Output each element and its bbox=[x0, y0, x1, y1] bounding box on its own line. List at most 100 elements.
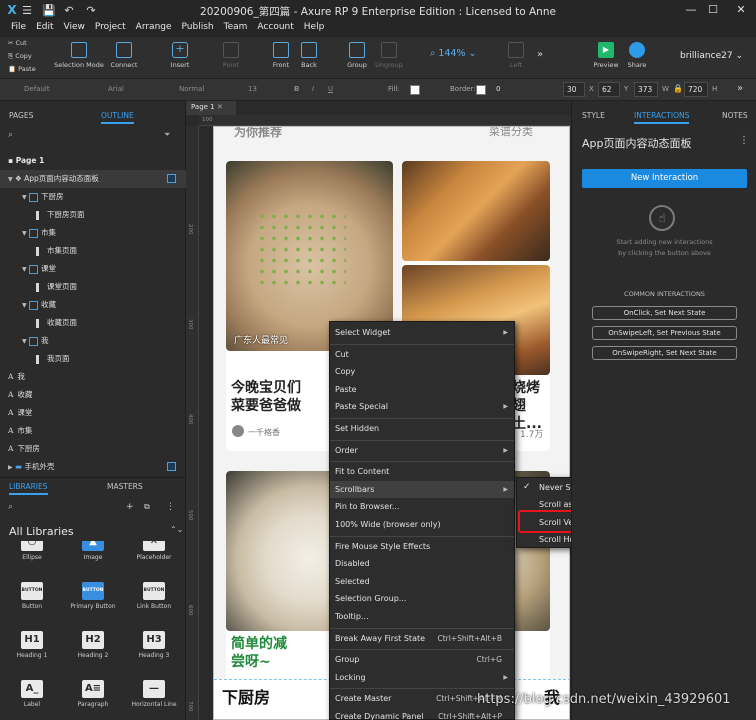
group-button[interactable]: Group bbox=[343, 42, 371, 69]
outline-item[interactable]: A 收藏 bbox=[0, 386, 186, 404]
outline-item[interactable]: 我页面 bbox=[0, 350, 186, 368]
font-family-dropdown[interactable]: Arial bbox=[104, 83, 128, 97]
insert-button[interactable]: + Insert bbox=[160, 42, 200, 69]
menu-project[interactable]: Project bbox=[90, 20, 131, 37]
menu-file[interactable]: File bbox=[6, 20, 31, 37]
menu-view[interactable]: View bbox=[59, 20, 90, 37]
tab-interactions[interactable]: INTERACTIONS bbox=[634, 111, 690, 124]
outline-item[interactable]: 市集页面 bbox=[0, 242, 186, 260]
tab-style[interactable]: STYLE bbox=[582, 111, 605, 120]
back-button[interactable]: Back bbox=[296, 42, 322, 69]
selection-mode-button[interactable]: Selection Mode bbox=[54, 42, 104, 69]
new-interaction-button[interactable]: New Interaction bbox=[582, 169, 747, 188]
library-select[interactable]: All Libraries bbox=[9, 525, 74, 538]
filter-icon[interactable]: ⏷ bbox=[164, 130, 170, 140]
align-left-button[interactable]: Left bbox=[503, 42, 529, 69]
library-widget[interactable]: BUTTON Button bbox=[6, 582, 58, 610]
context-menu-item[interactable]: Pin to Browser... bbox=[330, 498, 514, 515]
close-button[interactable]: ✕ bbox=[730, 2, 752, 18]
border-width-value[interactable]: 0 bbox=[496, 85, 500, 93]
outline-item[interactable]: 下厨房页面 bbox=[0, 206, 186, 224]
outline-item[interactable]: 课堂页面 bbox=[0, 278, 186, 296]
copy-button[interactable]: ⎘ Copy bbox=[8, 52, 32, 61]
context-menu-item[interactable]: Fire Mouse Style Effects bbox=[330, 538, 514, 555]
zoom-dropdown[interactable]: ⌕ 144% ⌄ bbox=[430, 48, 477, 59]
menu-edit[interactable]: Edit bbox=[31, 20, 58, 37]
lock-ratio-icon[interactable]: 🔒 bbox=[673, 84, 683, 93]
context-menu-item[interactable]: Copy bbox=[330, 363, 514, 380]
context-menu-item[interactable]: Paste Special ▶ bbox=[330, 398, 514, 415]
context-menu-item[interactable]: Scrollbars ▶ bbox=[330, 480, 514, 498]
outline-item[interactable]: A 市集 bbox=[0, 422, 186, 440]
menu-publish[interactable]: Publish bbox=[177, 20, 219, 37]
underline-icon[interactable]: U bbox=[324, 83, 337, 97]
bold-icon[interactable]: B bbox=[290, 83, 303, 97]
context-menu-item[interactable]: Break Away First State Ctrl+Shift+Alt+B bbox=[330, 630, 514, 647]
font-size-dropdown[interactable]: 13 bbox=[244, 83, 261, 97]
context-menu-item[interactable]: Order ▶ bbox=[330, 442, 514, 459]
library-widget[interactable]: H3 Heading 3 bbox=[128, 631, 180, 659]
outline-item[interactable]: ▼ 收藏 bbox=[0, 296, 186, 314]
ungroup-button[interactable]: Ungroup bbox=[373, 42, 405, 69]
common-onswipeleft-button[interactable]: OnSwipeLeft, Set Previous State bbox=[592, 326, 737, 340]
toolbar-overflow-icon[interactable]: » bbox=[537, 49, 543, 60]
menu-arrange[interactable]: Arrange bbox=[131, 20, 177, 37]
outline-item[interactable]: A我 bbox=[0, 368, 186, 386]
maximize-button[interactable]: ☐ bbox=[702, 2, 724, 18]
outline-search-icon[interactable]: ⌕ bbox=[8, 130, 13, 140]
style-dropdown[interactable]: Default bbox=[20, 83, 54, 97]
share-button[interactable]: Share bbox=[623, 42, 651, 69]
paste-button[interactable]: 📋 Paste bbox=[8, 65, 36, 73]
common-onswiperight-button[interactable]: OnSwipeRight, Set Next State bbox=[592, 346, 737, 360]
outline-item[interactable]: ▼ 下厨房 bbox=[0, 188, 186, 206]
outline-item[interactable]: 收藏页面 bbox=[0, 314, 186, 332]
context-menu-item[interactable]: Group Ctrl+G bbox=[330, 651, 514, 668]
stylebar-overflow-icon[interactable]: » bbox=[737, 83, 743, 94]
common-onclick-button[interactable]: OnClick, Set Next State bbox=[592, 306, 737, 320]
expand-caret-icon[interactable]: ▼ bbox=[22, 338, 27, 345]
library-widget[interactable]: A_ Label bbox=[6, 680, 58, 708]
library-widget[interactable]: ✕ Placeholder bbox=[128, 541, 180, 561]
outline-item[interactable]: A 课堂 bbox=[0, 404, 186, 422]
context-menu-item[interactable]: Tooltip... bbox=[330, 608, 514, 625]
section-link[interactable]: 菜谱分类 bbox=[489, 127, 533, 139]
library-widget[interactable]: H1 Heading 1 bbox=[6, 631, 58, 659]
preview-button[interactable]: ▶ Preview bbox=[592, 42, 620, 69]
menu-help[interactable]: Help bbox=[299, 20, 330, 37]
minimize-button[interactable]: — bbox=[680, 2, 702, 18]
cut-button[interactable]: ✂ Cut bbox=[8, 39, 27, 47]
library-widget[interactable]: — Horizontal Line bbox=[128, 680, 180, 708]
context-menu-item[interactable]: Disabled bbox=[330, 555, 514, 572]
tab-xiachufang[interactable]: 下厨房 bbox=[222, 684, 270, 708]
outline-item[interactable]: A 下厨房 bbox=[0, 440, 186, 458]
outline-item[interactable]: ▼ 市集 bbox=[0, 224, 186, 242]
context-menu-item[interactable]: Create Dynamic Panel Ctrl+Shift+Alt+P bbox=[330, 708, 514, 720]
context-menu-item[interactable]: Set Hidden bbox=[330, 420, 514, 437]
user-account-menu[interactable]: brilliance27 ⌄ bbox=[680, 51, 743, 61]
add-library-icon[interactable]: + bbox=[126, 502, 134, 512]
expand-caret-icon[interactable]: ▶ bbox=[8, 464, 13, 471]
document-tab[interactable]: Page 1 ✕ bbox=[186, 101, 236, 115]
menu-account[interactable]: Account bbox=[252, 20, 298, 37]
expand-caret-icon[interactable]: ▼ bbox=[22, 302, 27, 309]
expand-caret-icon[interactable]: ▼ bbox=[22, 230, 27, 237]
fill-color-swatch[interactable] bbox=[410, 85, 420, 95]
library-options-icon[interactable]: ⧉ bbox=[144, 502, 150, 512]
library-widget[interactable]: ▲ Image bbox=[67, 541, 119, 561]
library-widget[interactable]: A≡ Paragraph bbox=[67, 680, 119, 708]
context-menu-item[interactable]: Locking ▶ bbox=[330, 669, 514, 686]
x-input[interactable]: 30 bbox=[563, 82, 585, 97]
context-menu-item[interactable]: Paste bbox=[330, 381, 514, 398]
tab-masters[interactable]: MASTERS bbox=[107, 482, 143, 491]
outline-item[interactable]: ▼ 课堂 bbox=[0, 260, 186, 278]
library-widget[interactable]: ○ Ellipse bbox=[6, 541, 58, 561]
outline-item[interactable]: ▼ ❖ App页面内容动态面板 bbox=[0, 170, 186, 188]
library-widget[interactable]: BUTTON Primary Button bbox=[67, 582, 119, 610]
connect-button[interactable]: Connect bbox=[106, 42, 142, 69]
library-widget[interactable]: H2 Heading 2 bbox=[67, 631, 119, 659]
widget-more-icon[interactable]: ⋮ bbox=[739, 135, 749, 146]
tab-pages[interactable]: PAGES bbox=[9, 111, 33, 120]
library-select-chevron-icon[interactable]: ⌃⌄ bbox=[170, 525, 183, 534]
library-search-icon[interactable]: ⌕ bbox=[8, 502, 13, 512]
context-menu-item[interactable]: Selected bbox=[330, 573, 514, 590]
